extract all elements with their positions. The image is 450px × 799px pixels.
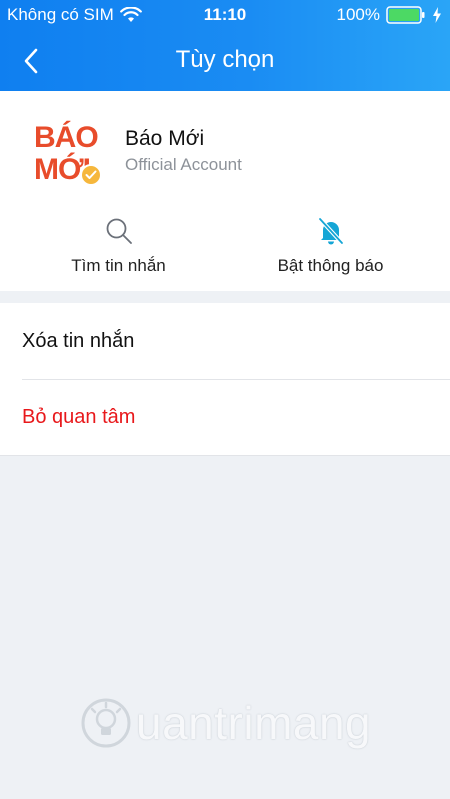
watermark: uantrimang: [80, 696, 371, 750]
search-messages-label: Tìm tin nhắn: [71, 256, 166, 275]
battery-status: 100%: [337, 5, 442, 25]
nav-bar: Tùy chọn: [0, 30, 450, 91]
watermark-lightbulb-icon: [81, 698, 131, 748]
unfollow-item[interactable]: Bỏ quan tâm: [0, 379, 450, 455]
unfollow-label: Bỏ quan tâm: [22, 405, 136, 428]
list-bottom-border: [0, 455, 450, 456]
avatar[interactable]: BÁO MỚI: [30, 119, 102, 191]
options-list: Xóa tin nhắn Bỏ quan tâm: [0, 303, 450, 456]
enable-notifications-label: Bật thông báo: [277, 256, 384, 275]
search-icon: [106, 218, 132, 244]
profile-card: BÁO MỚI Báo Mới Official Account Tìm tin…: [0, 91, 450, 291]
bell-muted-icon: [317, 217, 344, 245]
header: Không có SIM 11:10 100% Tùy chọn: [0, 0, 450, 91]
verified-check-icon: [80, 164, 102, 186]
battery-icon: [386, 6, 425, 24]
section-divider: [0, 291, 450, 303]
watermark-text: uantrimang: [136, 697, 372, 749]
delete-messages-label: Xóa tin nhắn: [22, 329, 135, 352]
enable-notifications-button[interactable]: Bật thông báo: [218, 216, 443, 286]
status-bar: Không có SIM 11:10 100%: [0, 0, 450, 30]
avatar-logo-line1: BÁO: [34, 121, 99, 154]
profile-name: Báo Mới: [125, 127, 205, 150]
battery-percent: 100%: [336, 5, 380, 24]
delete-messages-item[interactable]: Xóa tin nhắn: [0, 303, 450, 379]
search-messages-button[interactable]: Tìm tin nhắn: [6, 216, 231, 286]
charging-bolt-icon: [433, 7, 441, 23]
page-title: Tùy chọn: [175, 46, 275, 73]
profile-subtitle: Official Account: [125, 155, 242, 174]
